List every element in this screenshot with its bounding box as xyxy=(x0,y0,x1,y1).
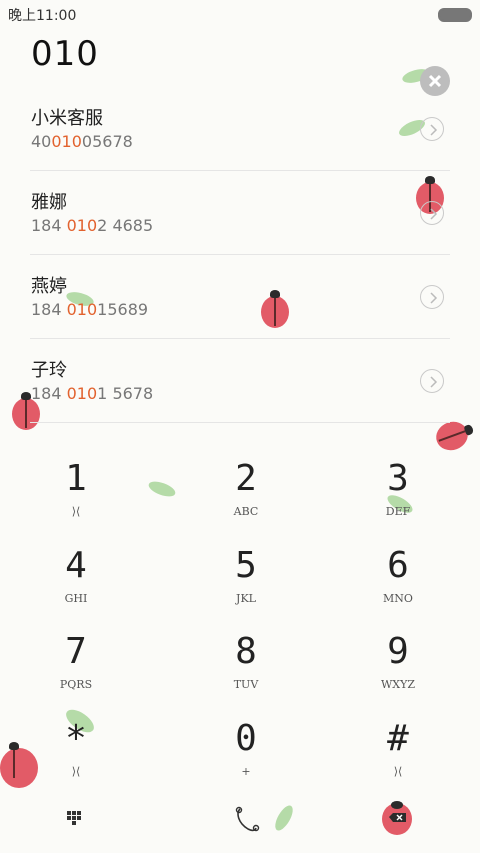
key-letters: TUV xyxy=(233,678,259,691)
key-letters: WXYZ xyxy=(380,678,416,691)
key-0[interactable]: 0 + xyxy=(186,710,306,790)
key-letters: ⟩⟨ xyxy=(71,765,81,778)
key-1[interactable]: 1 ⟩⟨ xyxy=(16,450,136,530)
key-hash[interactable]: # ⟩⟨ xyxy=(338,710,458,790)
key-digit: 1 xyxy=(65,458,87,499)
key-5[interactable]: 5 JKL xyxy=(186,537,306,617)
contact-name: 子玲 xyxy=(31,360,67,381)
key-digit: 5 xyxy=(235,545,257,586)
contact-phone: 184 01015689 xyxy=(31,300,149,319)
key-letters: + xyxy=(241,765,251,778)
dialed-number-row: 010 xyxy=(0,26,480,96)
key-letters: GHI xyxy=(64,592,88,605)
key-7[interactable]: 7 PQRS xyxy=(16,623,136,703)
decor-leaf xyxy=(146,478,178,500)
key-4[interactable]: 4 GHI xyxy=(16,537,136,617)
key-letters: DEF xyxy=(385,505,411,518)
contact-phone: 184 0101 5678 xyxy=(31,384,154,403)
key-3[interactable]: 3 DEF xyxy=(338,450,458,530)
contact-name: 小米客服 xyxy=(31,108,103,129)
key-2[interactable]: 2 ABC xyxy=(186,450,306,530)
key-letters: ⟩⟨ xyxy=(393,765,403,778)
contact-phone: 4001005678 xyxy=(31,132,133,151)
key-letters: JKL xyxy=(236,592,256,605)
contact-name: 燕婷 xyxy=(31,276,67,297)
key-digit: 9 xyxy=(387,631,409,672)
key-digit: 2 xyxy=(235,458,257,499)
contact-row[interactable]: 小米客服 4001005678 xyxy=(0,86,480,170)
backspace-icon[interactable] xyxy=(372,795,422,845)
call-icon[interactable] xyxy=(222,795,272,845)
key-digit: # xyxy=(387,718,409,759)
key-letters: PQRS xyxy=(59,678,93,691)
key-6[interactable]: 6 MNO xyxy=(338,537,458,617)
chevron-right-icon[interactable] xyxy=(420,117,444,141)
key-digit: 8 xyxy=(235,631,257,672)
key-digit: * xyxy=(65,718,87,759)
battery-icon xyxy=(438,8,472,22)
status-time: 晚上11:00 xyxy=(8,8,77,24)
key-digit: 6 xyxy=(387,545,409,586)
contact-row[interactable]: 燕婷 184 01015689 xyxy=(0,254,480,338)
chevron-right-icon[interactable] xyxy=(420,369,444,393)
key-star[interactable]: * ⟩⟨ xyxy=(16,710,136,790)
keypad-icon[interactable] xyxy=(48,795,98,845)
contact-phone: 184 0102 4685 xyxy=(31,216,154,235)
contact-row[interactable]: 子玲 184 0101 5678 xyxy=(0,338,480,422)
contact-name: 雅娜 xyxy=(31,192,67,213)
key-digit: 7 xyxy=(65,631,87,672)
key-digit: 0 xyxy=(235,718,257,759)
key-digit: 4 xyxy=(65,545,87,586)
key-8[interactable]: 8 TUV xyxy=(186,623,306,703)
dialed-number: 010 xyxy=(31,34,99,74)
divider xyxy=(30,422,450,423)
key-9[interactable]: 9 WXYZ xyxy=(338,623,458,703)
contact-row[interactable]: 雅娜 184 0102 4685 xyxy=(0,170,480,254)
dialer-action-bar xyxy=(0,795,480,853)
key-letters: MNO xyxy=(383,592,413,605)
chevron-right-icon[interactable] xyxy=(420,285,444,309)
key-digit: 3 xyxy=(387,458,409,499)
key-letters: ABC xyxy=(233,505,259,518)
chevron-right-icon[interactable] xyxy=(420,201,444,225)
key-letters: ⟩⟨ xyxy=(71,505,81,518)
status-bar: 晚上11:00 xyxy=(0,0,480,26)
